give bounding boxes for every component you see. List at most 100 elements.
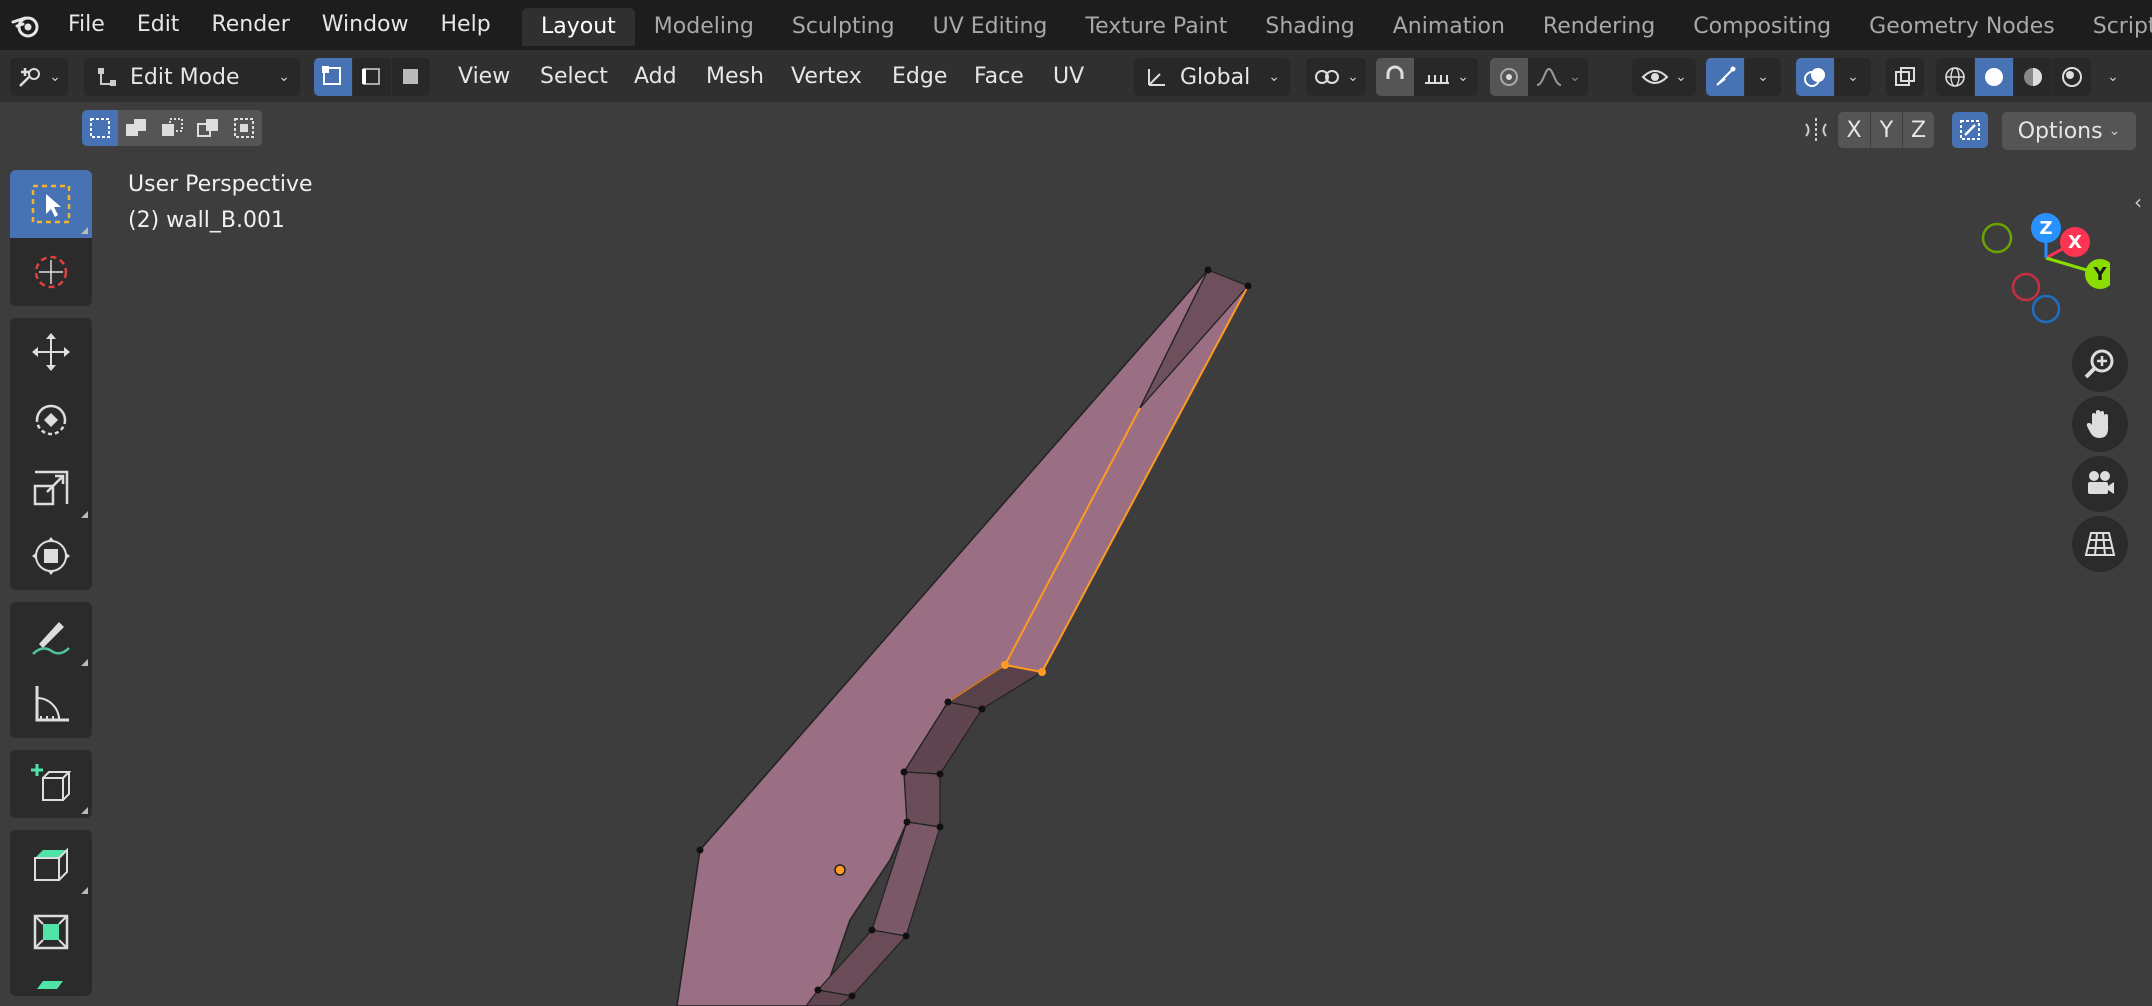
menu-face[interactable]: Face [974,58,1024,96]
menu-mesh[interactable]: Mesh [706,58,764,96]
selected-vertex[interactable] [1001,661,1009,669]
proportional-edit-icon [1500,68,1518,86]
tab-uv-editing[interactable]: UV Editing [914,8,1067,46]
mesh-canvas[interactable] [0,102,2152,1006]
menu-select[interactable]: Select [540,58,608,96]
edge-select-mode-button[interactable] [353,58,391,96]
extrude-tool[interactable] [10,830,92,898]
xray-toggle-button[interactable] [1886,58,1924,96]
bevel-tool[interactable] [10,966,92,996]
menu-view[interactable]: View [458,58,510,96]
blender-logo-icon[interactable] [0,0,52,50]
gizmo-neg-y-icon[interactable] [1981,222,2013,254]
object-origin[interactable] [834,864,846,876]
transform-orientation-label: Global [1180,64,1251,90]
eye-icon [1641,70,1669,84]
tab-animation[interactable]: Animation [1374,8,1524,46]
gizmo-neg-z-icon[interactable] [2031,294,2061,324]
measure-tool[interactable] [10,670,92,738]
chevron-down-icon: ⌄ [49,69,61,85]
menu-file[interactable]: File [52,0,121,50]
mesh-face-strip-3[interactable] [903,771,941,828]
overlays-icon [1804,68,1825,87]
vertex-select-icon [322,66,341,85]
wireframe-sphere-icon [1945,67,1965,87]
tab-modeling[interactable]: Modeling [635,8,773,46]
object-visibility-button[interactable]: ⌄ [1632,58,1696,96]
snap-target-button[interactable]: ⌄ [1414,58,1478,96]
bevel-icon [37,981,63,989]
mode-dropdown[interactable]: Edit Mode ⌄ [84,58,300,96]
editor-type-button[interactable]: ⌄ [10,58,68,96]
gizmo-neg-x-icon[interactable] [2011,272,2041,302]
tool-shelf [10,170,92,1006]
rotate-tool[interactable] [10,386,92,454]
scale-tool[interactable] [10,454,92,522]
tab-sculpting[interactable]: Sculpting [773,8,914,46]
vertex-select-mode-button[interactable] [314,58,352,96]
proportional-edit-button[interactable] [1490,58,1528,96]
shading-solid-button[interactable] [1975,58,2013,96]
perspective-toggle-button[interactable] [2072,516,2128,572]
editor-type-icon [19,68,41,87]
add-cube-icon [31,764,72,801]
select-box-tool[interactable] [10,170,92,238]
annotate-tool[interactable] [10,602,92,670]
cursor-crosshair-icon [34,255,68,289]
shading-rendered-button[interactable] [2053,58,2091,96]
orientation-axes-icon [1148,69,1165,86]
extrude-region-icon [34,847,68,881]
camera-icon [2088,471,2114,494]
chevron-down-icon: ⌄ [1268,69,1280,85]
menu-render[interactable]: Render [195,0,305,50]
shading-wireframe-button[interactable] [1936,58,1974,96]
falloff-curve-icon [1536,67,1562,86]
menu-vertex[interactable]: Vertex [791,58,862,96]
pan-button[interactable] [2072,396,2128,452]
tab-texture-paint[interactable]: Texture Paint [1066,8,1246,46]
tab-layout[interactable]: Layout [522,8,635,46]
chevron-down-icon: ⌄ [1675,69,1687,85]
navigation-gizmo[interactable]: X Y Z [1960,184,2110,334]
select-box-icon [31,184,71,224]
pivot-point-button[interactable]: ⌄ [1306,58,1366,96]
material-sphere-icon [2024,68,2042,86]
transform-orientation-dropdown[interactable]: Global ⌄ [1134,58,1290,96]
overlays-toggle-button[interactable] [1796,58,1834,96]
tab-rendering[interactable]: Rendering [1524,8,1674,46]
solid-sphere-icon [1985,68,2003,86]
menu-add[interactable]: Add [634,58,677,96]
tab-compositing[interactable]: Compositing [1674,8,1850,46]
proportional-falloff-button[interactable]: ⌄ [1528,58,1588,96]
menu-edit[interactable]: Edit [121,0,196,50]
face-select-mode-button[interactable] [392,58,430,96]
menu-window[interactable]: Window [306,0,425,50]
transform-tool[interactable] [10,522,92,590]
gizmo-icon [1716,66,1736,86]
gizmo-dropdown-button[interactable]: ⌄ [1745,58,1781,96]
menu-uv[interactable]: UV [1053,58,1084,96]
tab-shading[interactable]: Shading [1246,8,1373,46]
cursor-tool[interactable] [10,238,92,306]
selected-vertex[interactable] [1038,668,1046,676]
menu-edge[interactable]: Edge [892,58,947,96]
3d-viewport[interactable]: X Y Z Options ⌄ User Perspective (2) wal… [0,102,2152,1006]
gizmo-toggle-button[interactable] [1706,58,1744,96]
move-arrows-icon [32,333,70,371]
overlays-dropdown-button[interactable]: ⌄ [1835,58,1871,96]
sidebar-toggle-icon[interactable]: ‹ [2124,184,2152,220]
tab-scripting[interactable]: Scripting [2074,8,2152,46]
menu-help[interactable]: Help [425,0,507,50]
tab-geometry-nodes[interactable]: Geometry Nodes [1850,8,2074,46]
inset-faces-tool[interactable] [10,898,92,966]
zoom-button[interactable] [2072,336,2128,392]
shading-options-dropdown[interactable]: ⌄ [2096,58,2130,96]
mesh-face-main[interactable] [676,269,1209,1006]
camera-view-button[interactable] [2072,456,2128,512]
add-cube-tool[interactable] [10,750,92,818]
chevron-down-icon: ⌄ [1347,69,1359,85]
snap-toggle-button[interactable] [1376,58,1414,96]
gizmo-z-label: Z [2039,218,2052,239]
shading-material-button[interactable] [2014,58,2052,96]
move-tool[interactable] [10,318,92,386]
